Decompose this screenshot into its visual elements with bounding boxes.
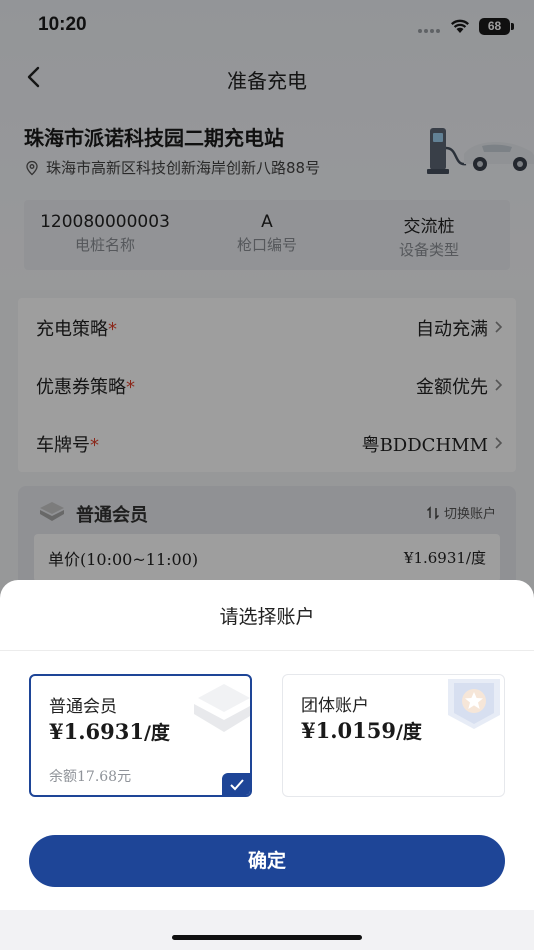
account-balance: 余额17.68元 — [49, 769, 132, 785]
account-name: 普通会员 — [49, 697, 117, 717]
account-option-regular-member[interactable]: 普通会员 ¥1.6931/度 余额17.68元 — [29, 674, 252, 797]
confirm-button[interactable]: 确定 — [29, 835, 505, 887]
home-indicator-area — [0, 910, 534, 950]
group-badge-watermark-icon — [448, 679, 500, 729]
account-price: ¥1.6931/度 — [49, 719, 170, 744]
account-name: 团体账户 — [301, 696, 369, 716]
account-option-group-account[interactable]: 团体账户 ¥1.0159/度 — [282, 674, 505, 797]
divider — [0, 650, 534, 651]
sheet-title: 请选择账户 — [219, 606, 315, 628]
account-select-sheet: 请选择账户 普通会员 ¥1.6931/度 余额17.68元 团体账户 ¥1.01… — [0, 580, 534, 950]
checkmark-icon — [230, 779, 244, 791]
selected-check-badge — [222, 773, 250, 795]
home-indicator[interactable] — [172, 935, 362, 940]
member-watermark-icon — [194, 684, 250, 732]
account-price: ¥1.0159/度 — [301, 718, 422, 743]
